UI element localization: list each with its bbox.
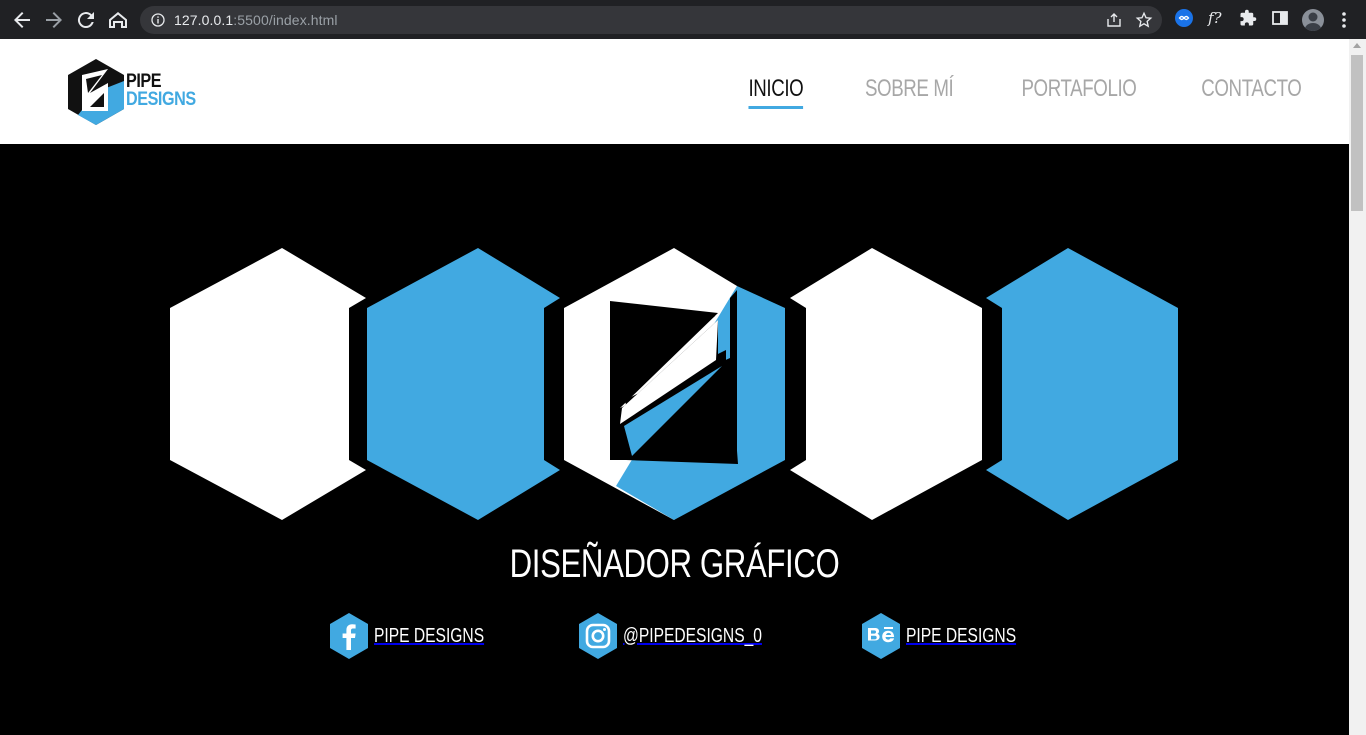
forward-arrow-icon[interactable] — [42, 8, 66, 32]
nav-link-contacto[interactable]: CONTACTO — [1201, 75, 1302, 103]
bookmark-star-icon[interactable] — [1135, 11, 1153, 29]
scrollbar-thumb[interactable] — [1351, 55, 1363, 211]
scroll-up-arrow-icon[interactable] — [1353, 43, 1361, 48]
home-icon[interactable] — [106, 8, 130, 32]
back-arrow-icon[interactable] — [10, 8, 34, 32]
share-icon[interactable] — [1106, 12, 1122, 28]
hero-hexagon-2 — [367, 248, 560, 520]
extensions-puzzle-icon[interactable] — [1239, 9, 1257, 27]
url-host: 127.0.0.1 — [174, 12, 234, 28]
svg-text:f?: f? — [1207, 9, 1223, 27]
nav-link-sobre-mi[interactable]: SOBRE MÍ — [865, 75, 954, 103]
hero-hexagon-1 — [170, 248, 366, 520]
hero-hexagon-5 — [986, 248, 1178, 520]
social-label-instagram: @PIPEDESIGNS_0 — [623, 624, 762, 647]
facebook-icon — [330, 613, 368, 659]
extension-infinity-icon[interactable] — [1175, 9, 1193, 27]
side-panel-icon[interactable] — [1271, 9, 1289, 27]
hero-role-title: DISEÑADOR GRÁFICO — [509, 542, 840, 586]
site-header: PIPE DESIGNS INICIO SOBRE MÍ PORTAFOLIO … — [0, 39, 1349, 144]
hero-hexagon-4 — [790, 248, 982, 520]
hero-hexagon-graphic — [170, 248, 1178, 520]
main-nav: INICIO SOBRE MÍ PORTAFOLIO CONTACTO — [697, 75, 1302, 109]
page-viewport: PIPE DESIGNS INICIO SOBRE MÍ PORTAFOLIO … — [0, 39, 1349, 735]
address-bar[interactable]: 127.0.0.1:5500/index.html — [140, 6, 1162, 34]
social-link-facebook[interactable]: PIPE DESIGNS — [330, 613, 515, 659]
social-link-instagram[interactable]: @PIPEDESIGNS_0 — [579, 613, 801, 659]
social-label-behance: PIPE DESIGNS — [906, 624, 1017, 647]
site-info-icon[interactable] — [151, 13, 165, 27]
reload-icon[interactable] — [74, 8, 98, 32]
browser-toolbar: 127.0.0.1:5500/index.html f? — [0, 0, 1366, 39]
nav-link-portafolio[interactable]: PORTAFOLIO — [1022, 75, 1137, 103]
behance-icon — [862, 613, 900, 659]
page-scrollbar[interactable] — [1349, 39, 1366, 735]
profile-avatar[interactable] — [1302, 9, 1324, 31]
url-path: :5500/index.html — [233, 12, 338, 28]
logo-hexagon-icon — [68, 59, 124, 125]
site-logo[interactable]: PIPE DESIGNS — [68, 59, 208, 125]
profile-person-icon — [1304, 12, 1322, 31]
extension-formula-icon[interactable]: f? — [1207, 9, 1225, 27]
social-link-behance[interactable]: PIPE DESIGNS — [862, 613, 1047, 659]
url-text[interactable]: 127.0.0.1:5500/index.html — [174, 12, 338, 28]
nav-link-inicio[interactable]: INICIO — [748, 75, 804, 109]
logo-wordmark: PIPE DESIGNS — [126, 72, 208, 110]
hero-hexagon-logo — [564, 248, 785, 520]
social-label-facebook: PIPE DESIGNS — [374, 624, 485, 647]
logo-line-2: DESIGNS — [126, 89, 196, 110]
instagram-icon — [579, 613, 617, 659]
browser-menu-icon[interactable] — [1341, 11, 1347, 29]
